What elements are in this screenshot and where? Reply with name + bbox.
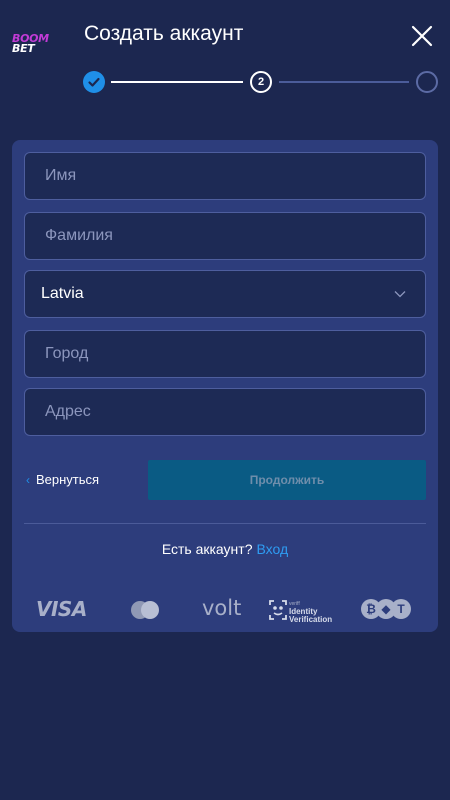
city-field[interactable] [24, 330, 426, 378]
first-name-field[interactable] [24, 152, 426, 200]
close-icon [411, 25, 433, 47]
last-name-field[interactable] [24, 212, 426, 260]
login-prompt: Есть аккаунт? Вход [12, 541, 438, 557]
login-link[interactable]: Вход [257, 541, 289, 557]
city-input[interactable] [45, 331, 425, 377]
brand-logo: BOOM BET [12, 33, 52, 56]
tether-icon: T [391, 599, 411, 619]
back-button[interactable]: ‹ Вернуться [26, 472, 99, 487]
page-title: Создать аккаунт [84, 22, 244, 45]
first-name-input[interactable] [45, 153, 425, 199]
volt-logo: volt [202, 596, 242, 620]
divider [24, 523, 426, 524]
payment-logos: VISA volt veriff Identity Verification ₿… [12, 596, 438, 624]
registration-card: Latvia ‹ Вернуться Продолжить Есть аккаун… [12, 140, 438, 632]
mastercard-logo [131, 601, 159, 619]
address-field[interactable] [24, 388, 426, 436]
check-icon [88, 77, 100, 87]
chevron-down-icon [394, 291, 406, 298]
address-input[interactable] [45, 389, 425, 435]
step-3-pending [416, 71, 438, 93]
last-name-input[interactable] [45, 213, 425, 259]
login-question: Есть аккаунт? [161, 541, 253, 557]
continue-button[interactable]: Продолжить [148, 460, 426, 500]
back-label: Вернуться [36, 472, 100, 487]
idv-line-2: Verification [289, 615, 333, 624]
step-connector-pending [279, 81, 409, 83]
identity-icon [269, 600, 287, 620]
crypto-logos: ₿ ◆ T [361, 599, 411, 621]
close-button[interactable] [410, 24, 434, 48]
identity-verification-logo: veriff Identity Verification [269, 597, 349, 624]
country-value: Latvia [41, 285, 84, 302]
progress-stepper: 2 [82, 70, 440, 96]
country-select[interactable]: Latvia [24, 270, 426, 318]
visa-logo: VISA [36, 597, 87, 621]
step-2-current: 2 [250, 71, 272, 93]
chevron-left-icon: ‹ [26, 473, 30, 487]
step-connector-done [111, 81, 243, 83]
logo-line-2: BET [12, 42, 35, 55]
step-1-completed [83, 71, 105, 93]
